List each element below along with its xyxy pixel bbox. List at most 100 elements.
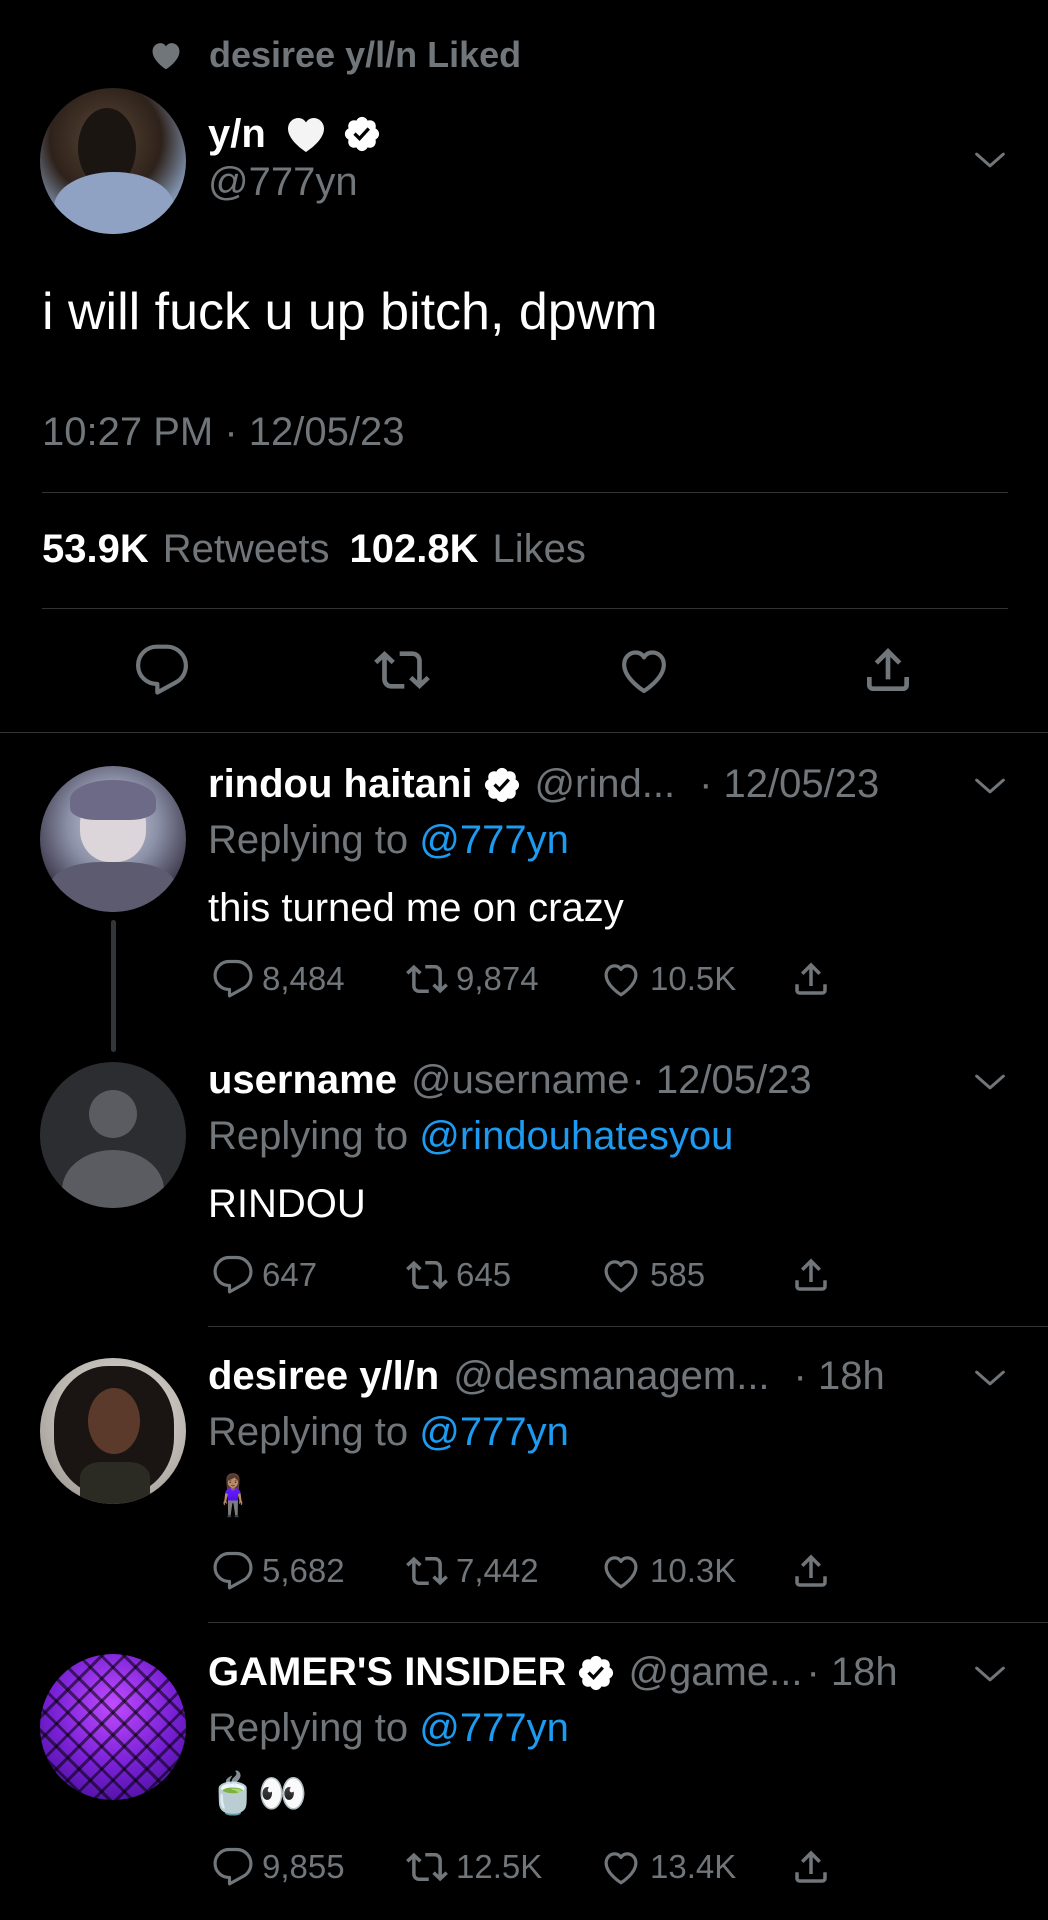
reply-text: RINDOU (208, 1182, 366, 1226)
main-timestamp[interactable]: 10:27 PM · 12/05/23 (42, 410, 404, 455)
like-icon (600, 1550, 642, 1592)
reply-count: 647 (262, 1256, 318, 1293)
reply-author-name[interactable]: GAMER'S INSIDER (208, 1650, 566, 1695)
reply-icon (212, 1550, 254, 1592)
replying-to-handle[interactable]: @777yn (419, 1410, 569, 1454)
divider (42, 608, 1008, 609)
like-count: 10.5K (650, 960, 737, 997)
main-tweet-text: i will fuck u up bitch, dpwm (42, 283, 658, 341)
reply-avatar[interactable] (40, 766, 186, 912)
reply-button[interactable]: 9,855 (212, 1846, 406, 1888)
reply-header[interactable]: GAMER'S INSIDER @game... · 18h (208, 1650, 898, 1695)
reply-button[interactable]: 647 (212, 1254, 406, 1296)
chevron-down-icon[interactable] (970, 1654, 1010, 1694)
reply-time[interactable]: · 18h (794, 1354, 885, 1399)
replying-to: Replying to @rindouhatesyou (208, 1114, 733, 1159)
retweets-count[interactable]: 53.9K (42, 527, 149, 572)
like-button[interactable]: 585 (600, 1254, 790, 1296)
share-button[interactable] (790, 958, 840, 1000)
share-button[interactable] (790, 1254, 840, 1296)
reply-count: 9,855 (262, 1848, 345, 1885)
reply-icon (212, 1846, 254, 1888)
replying-to-handle[interactable]: @rindouhatesyou (419, 1114, 733, 1158)
reply-author-name[interactable]: username (208, 1058, 397, 1103)
reply-time[interactable]: · 12/05/23 (631, 1058, 811, 1103)
thread-line (111, 920, 116, 1052)
verified-badge-icon (482, 765, 522, 805)
reply-actions: 647 645 585 (212, 1254, 840, 1296)
replying-prefix: Replying to (208, 1114, 409, 1158)
reply-author-handle[interactable]: @rind... (534, 762, 675, 807)
like-count: 585 (650, 1256, 706, 1293)
verified-badge-icon (342, 114, 382, 154)
reply-author-name[interactable]: desiree y/l/n (208, 1354, 439, 1399)
reply-button[interactable]: 8,484 (212, 958, 406, 1000)
like-button[interactable]: 10.3K (600, 1550, 790, 1592)
liked-banner[interactable]: desiree y/l/n Liked (147, 32, 521, 78)
chevron-down-icon[interactable] (970, 1062, 1010, 1102)
chevron-down-icon[interactable] (970, 140, 1010, 180)
reply-avatar[interactable] (40, 1358, 186, 1504)
share-icon[interactable] (860, 642, 916, 698)
retweet-count: 9,874 (456, 960, 539, 997)
verified-badge-icon (576, 1653, 616, 1693)
replying-prefix: Replying to (208, 1410, 409, 1454)
replying-prefix: Replying to (208, 818, 409, 862)
reply-header[interactable]: desiree y/l/n @desmanagem... · 18h (208, 1354, 885, 1399)
reply-author-handle[interactable]: @game... (628, 1650, 802, 1695)
retweet-count: 12.5K (456, 1848, 543, 1885)
retweet-icon (406, 958, 448, 1000)
reply-icon (212, 958, 254, 1000)
retweet-button[interactable]: 7,442 (406, 1550, 600, 1592)
likes-count[interactable]: 102.8K (350, 527, 479, 572)
reply-avatar[interactable] (40, 1654, 186, 1800)
chevron-down-icon[interactable] (970, 766, 1010, 806)
reply-icon[interactable] (134, 642, 190, 698)
share-button[interactable] (790, 1846, 840, 1888)
likes-label[interactable]: Likes (492, 527, 585, 572)
reply-author-handle[interactable]: @desmanagem... (453, 1354, 769, 1399)
liked-banner-text: desiree y/l/n Liked (209, 34, 522, 75)
retweet-button[interactable]: 9,874 (406, 958, 600, 1000)
like-button[interactable]: 10.5K (600, 958, 790, 1000)
reply-actions: 9,855 12.5K 13.4K (212, 1846, 840, 1888)
like-icon[interactable] (616, 642, 672, 698)
retweet-icon[interactable] (374, 642, 430, 698)
share-icon (790, 1550, 832, 1592)
reply-icon (212, 1254, 254, 1296)
share-icon (790, 1254, 832, 1296)
reply-header[interactable]: rindou haitani @rind... · 12/05/23 (208, 762, 879, 807)
retweet-button[interactable]: 12.5K (406, 1846, 600, 1888)
reply-author-name[interactable]: rindou haitani (208, 762, 472, 807)
retweet-icon (406, 1254, 448, 1296)
reply-time[interactable]: · 12/05/23 (699, 762, 879, 807)
like-count: 13.4K (650, 1848, 737, 1885)
retweets-label[interactable]: Retweets (163, 527, 330, 572)
reply-count: 8,484 (262, 960, 345, 997)
main-avatar[interactable] (40, 88, 186, 234)
reply-header[interactable]: username @username · 12/05/23 (208, 1058, 812, 1103)
main-handle[interactable]: @777yn (208, 160, 358, 205)
main-author[interactable]: y/n (208, 110, 382, 158)
reply-avatar[interactable] (40, 1062, 186, 1208)
replying-to-handle[interactable]: @777yn (419, 818, 569, 862)
engagement-stats: 53.9K Retweets 102.8K Likes (42, 527, 592, 572)
like-count: 10.3K (650, 1552, 737, 1589)
retweet-button[interactable]: 645 (406, 1254, 600, 1296)
reply-time[interactable]: · 18h (806, 1650, 897, 1695)
retweet-count: 645 (456, 1256, 512, 1293)
replying-prefix: Replying to (208, 1706, 409, 1750)
replying-to: Replying to @777yn (208, 818, 569, 863)
retweet-icon (406, 1846, 448, 1888)
like-button[interactable]: 13.4K (600, 1846, 790, 1888)
like-icon (600, 1254, 642, 1296)
share-button[interactable] (790, 1550, 840, 1592)
retweet-icon (406, 1550, 448, 1592)
replying-to-handle[interactable]: @777yn (419, 1706, 569, 1750)
reply-button[interactable]: 5,682 (212, 1550, 406, 1592)
chevron-down-icon[interactable] (970, 1358, 1010, 1398)
reply-author-handle[interactable]: @username (411, 1058, 629, 1103)
share-icon (790, 1846, 832, 1888)
like-icon (600, 958, 642, 1000)
white-heart-icon (287, 118, 324, 152)
